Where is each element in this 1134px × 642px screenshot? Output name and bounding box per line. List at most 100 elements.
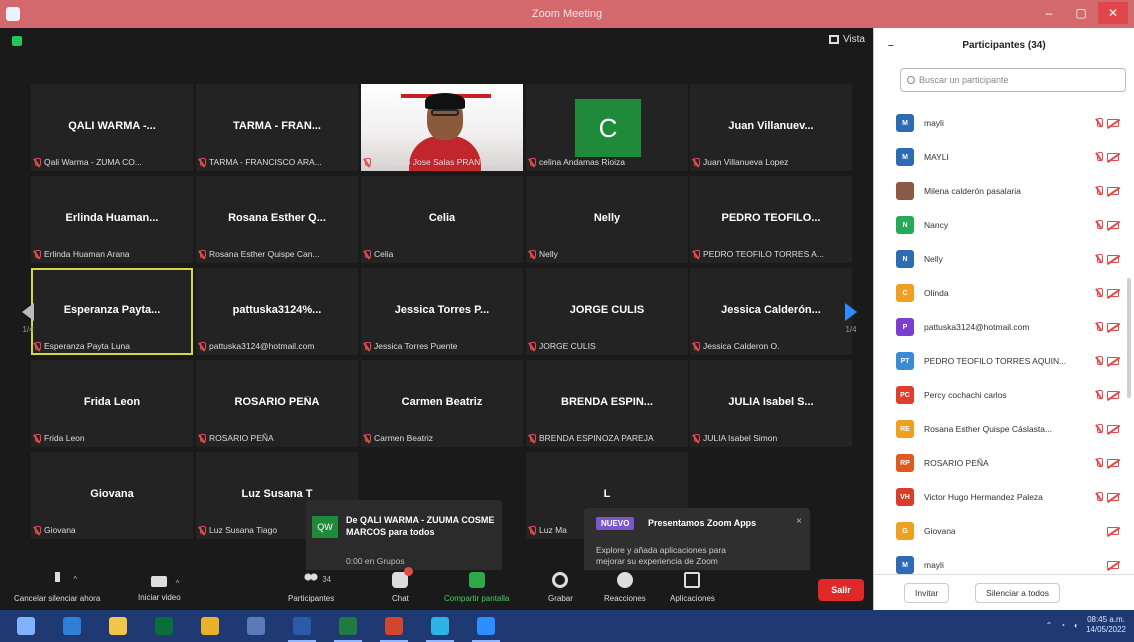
security-shield-icon[interactable] <box>12 36 22 46</box>
unmute-button[interactable]: ^ Cancelar silenciar ahora <box>14 572 100 603</box>
participant-list-item[interactable]: N Nancy <box>874 208 1134 242</box>
wifi-icon[interactable]: ◔ <box>1060 621 1065 630</box>
participant-tile[interactable]: QALI WARMA -... Qali Warma - ZUMA CO... <box>31 84 193 171</box>
record-button[interactable]: Grabar <box>548 572 573 603</box>
muted-mic-icon <box>528 525 536 535</box>
reactions-button[interactable]: Reacciones <box>604 572 646 603</box>
maximize-button[interactable]: ▢ <box>1066 2 1096 24</box>
search-icon <box>907 76 915 84</box>
participant-label: Juan Villanueva Lopez <box>692 155 850 169</box>
participant-tile[interactable]: JULIA Isabel S... JULIA Isabel Simon <box>690 360 852 447</box>
excel-taskbar-button[interactable] <box>328 610 368 642</box>
windows-start-taskbar-button[interactable] <box>6 610 46 642</box>
participant-list-item[interactable]: PT PEDRO TEOFILO TORRES AQUIN... <box>874 344 1134 378</box>
leave-button[interactable]: Salir <box>818 579 864 601</box>
participant-label: JORGE CULIS <box>528 339 686 353</box>
arrow-right-icon <box>845 302 857 321</box>
participant-tile[interactable]: Rosana Esther Q... Rosana Esther Quispe C… <box>196 176 358 263</box>
participant-tile[interactable]: Nelly Nelly <box>526 176 688 263</box>
participant-tile[interactable]: pattuska3124%... pattuska3124@hotmail.com <box>196 268 358 355</box>
collapse-panel-button[interactable]: – <box>888 40 894 51</box>
volume-icon[interactable]: ◖ <box>1073 621 1078 630</box>
unmute-label: Cancelar silenciar ahora <box>14 594 101 603</box>
clock[interactable]: 08:45 a.m. 14/05/2022 <box>1086 615 1126 635</box>
video-off-icon <box>1107 527 1119 535</box>
invite-button[interactable]: Invitar <box>904 582 950 603</box>
participant-list-item[interactable]: VH Victor Hugo Hermandez Paleza <box>874 480 1134 514</box>
participant-tile[interactable]: Frida Leon Frida Leon <box>31 360 193 447</box>
chat-notification[interactable]: QW De QALI WARMA - ZUUMA COSME MARCOS pa… <box>306 500 502 578</box>
apps-label: Aplicaciones <box>670 594 715 603</box>
participant-tile[interactable]: Erlinda Huaman... Erlinda Huaman Arana <box>31 176 193 263</box>
participant-tile[interactable]: Fernando Jose Salas PRANO ZAIN... <box>361 84 523 171</box>
muted-mic-icon <box>198 249 206 259</box>
participant-tile[interactable]: PEDRO TEOFILO... PEDRO TEOFILO TORRES A..… <box>690 176 852 263</box>
participant-tile[interactable]: Carmen Beatriz Carmen Beatriz <box>361 360 523 447</box>
participant-tile[interactable]: BRENDA ESPIN... BRENDA ESPINOZA PAREJA <box>526 360 688 447</box>
powerpoint-taskbar-button[interactable] <box>374 610 414 642</box>
participant-label: celina Andamas Rioiza <box>528 155 686 169</box>
participant-list-item[interactable]: M MAYLI <box>874 140 1134 174</box>
participant-list-item[interactable]: PC Percy cochachi carlos <box>874 378 1134 412</box>
participant-list-item[interactable]: Milena calderón pasalaria <box>874 174 1134 208</box>
view-button[interactable]: Vista <box>828 34 865 45</box>
file-explorer-taskbar-button[interactable] <box>98 610 138 642</box>
title-bar: Zoom Meeting – ▢ ✕ <box>0 0 1134 28</box>
start-video-button[interactable]: ^ Iniciar video <box>138 572 181 602</box>
excel-icon <box>339 617 357 635</box>
apps-button[interactable]: Aplicaciones <box>670 572 715 603</box>
participant-list-item[interactable]: RE Rosana Esther Quispe Cáslasta... <box>874 412 1134 446</box>
participant-list-item[interactable]: Ppattuska3124@hotmail.com <box>874 310 1134 344</box>
participant-list-item[interactable]: N Nelly <box>874 242 1134 276</box>
meeting-toolbar: ^ Cancelar silenciar ahora ^ Iniciar vid… <box>0 567 873 610</box>
participant-tile[interactable]: Juan Villanuev... Juan Villanueva Lopez <box>690 84 852 171</box>
participant-name: Nelly <box>924 254 943 264</box>
participant-name: ROSARIO PEÑA <box>234 396 320 408</box>
participant-search-input[interactable]: Buscar un participante <box>900 68 1126 92</box>
photos-taskbar-button[interactable] <box>236 610 276 642</box>
video-off-icon <box>1107 493 1119 501</box>
video-off-icon <box>1107 187 1119 195</box>
muted-mic-icon <box>363 433 371 443</box>
chat-button[interactable]: Chat <box>392 567 414 603</box>
store-taskbar-button[interactable] <box>144 610 184 642</box>
muted-mic-icon <box>363 249 371 259</box>
participant-name: mayli <box>924 560 944 570</box>
participant-tile[interactable]: Jessica Calderón... Jessica Calderon O. <box>690 268 852 355</box>
next-page-button[interactable]: 1/4 <box>840 290 862 346</box>
minimize-button[interactable]: – <box>1034 2 1064 24</box>
participants-button[interactable]: 34 Participantes <box>288 572 334 603</box>
participant-tile[interactable]: Giovana Giovana <box>31 452 193 539</box>
edge-taskbar-button[interactable] <box>52 610 92 642</box>
previous-page-button[interactable]: 1/4 <box>17 290 39 346</box>
mute-all-button[interactable]: Silenciar a todos <box>975 582 1060 603</box>
chrome-taskbar-button[interactable] <box>190 610 230 642</box>
participant-tile[interactable]: JORGE CULIS JORGE CULIS <box>526 268 688 355</box>
zoom-taskbar-button[interactable] <box>466 610 506 642</box>
participant-list-item[interactable]: G Giovana <box>874 514 1134 548</box>
video-off-icon <box>1107 289 1119 297</box>
share-screen-button[interactable]: Compartir pantalla <box>444 572 509 603</box>
muted-mic-icon <box>198 341 206 351</box>
participant-list-item[interactable]: C Olinda <box>874 276 1134 310</box>
word-taskbar-button[interactable] <box>282 610 322 642</box>
zoom-icon <box>477 617 495 635</box>
panel-scrollbar[interactable] <box>1127 278 1131 398</box>
participant-list-item[interactable]: Mmayli <box>874 106 1134 140</box>
close-button[interactable]: ✕ <box>1098 2 1128 24</box>
participant-tile[interactable]: ROSARIO PEÑA ROSARIO PEÑA <box>196 360 358 447</box>
participant-tile[interactable]: Jessica Torres P... Jessica Torres Puente <box>361 268 523 355</box>
participant-name: Rosana Esther Quispe Cáslasta... <box>924 424 1053 434</box>
participant-tile[interactable]: Ccelina Andamas Rioiza <box>526 84 688 171</box>
tray-up-arrow-icon[interactable]: ⌃ <box>1046 621 1053 630</box>
edge-browser-icon <box>431 617 449 635</box>
participant-tile[interactable]: Celia Celia <box>361 176 523 263</box>
close-popup-button[interactable]: × <box>796 516 802 527</box>
participant-tile[interactable]: Esperanza Payta... Esperanza Payta Luna <box>31 268 193 355</box>
participant-name: Nelly <box>593 212 621 224</box>
participant-list-item[interactable]: RP ROSARIO PEÑA <box>874 446 1134 480</box>
edge-browser-taskbar-button[interactable] <box>420 610 460 642</box>
taskbar-apps <box>0 610 506 642</box>
participant-name: QALI WARMA -... <box>68 120 156 132</box>
participant-tile[interactable]: TARMA - FRAN... TARMA - FRANCISCO ARA... <box>196 84 358 171</box>
